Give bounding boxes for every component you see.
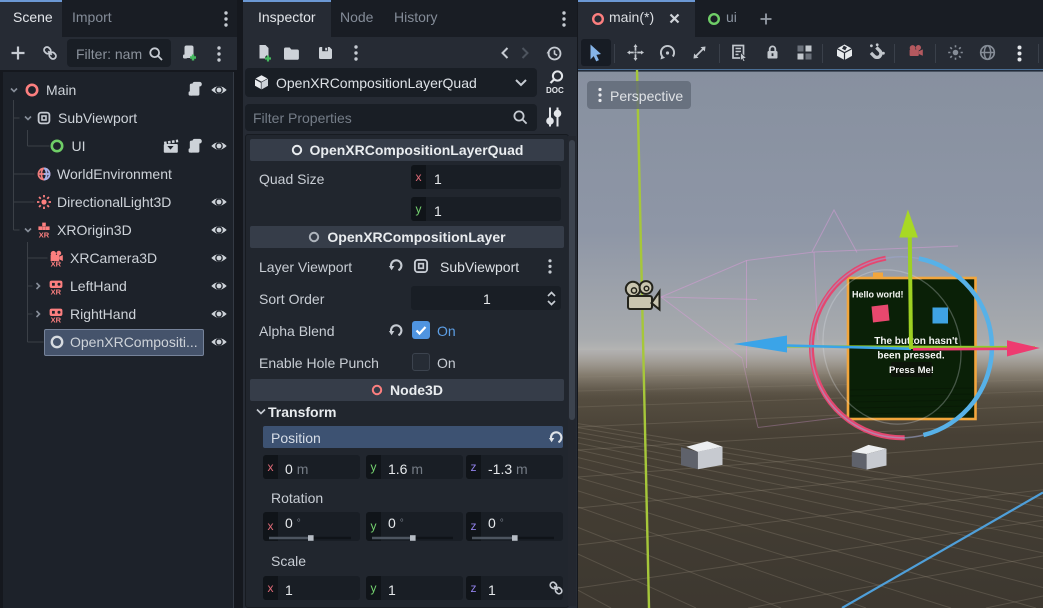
svg-text:The button hasn't: The button hasn't xyxy=(874,336,958,347)
svg-text:XR: XR xyxy=(51,316,62,323)
svg-text:XR: XR xyxy=(51,288,62,295)
svg-text:been pressed.: been pressed. xyxy=(877,351,944,362)
svg-text:XR: XR xyxy=(51,260,62,267)
svg-text:Hello world!: Hello world! xyxy=(852,290,904,300)
svg-text:Press Me!: Press Me! xyxy=(889,365,934,376)
svg-text:XR: XR xyxy=(39,231,50,238)
svg-text:DOC: DOC xyxy=(546,86,564,95)
